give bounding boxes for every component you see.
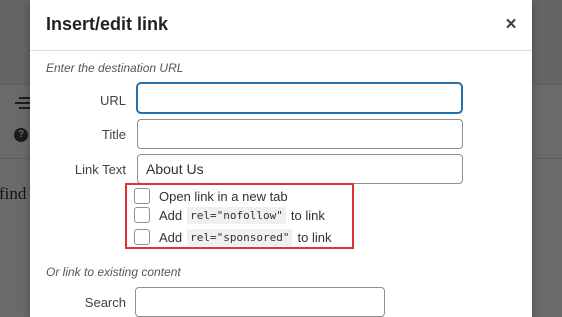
- menu-bars-icon: [15, 97, 31, 109]
- dialog-title: Insert/edit link: [46, 14, 169, 34]
- search-input[interactable]: [135, 287, 385, 317]
- new-tab-label: Open link in a new tab: [159, 188, 288, 204]
- new-tab-option[interactable]: Open link in a new tab: [134, 187, 288, 205]
- nofollow-prefix: Add: [159, 207, 183, 223]
- search-label: Search: [84, 295, 126, 310]
- help-icon: ?: [14, 128, 28, 142]
- sponsored-prefix: Add: [159, 229, 183, 245]
- new-tab-checkbox[interactable]: [134, 188, 150, 204]
- url-section-title: Enter the destination URL: [46, 61, 184, 75]
- url-label: URL: [99, 93, 126, 108]
- dialog-header: Insert/edit link ×: [30, 0, 532, 51]
- link-text-label: Link Text: [74, 162, 126, 177]
- nofollow-suffix: to link: [290, 207, 325, 223]
- title-label: Title: [101, 127, 126, 142]
- nofollow-code: rel="nofollow": [187, 206, 286, 224]
- existing-content-title: Or link to existing content: [46, 265, 181, 279]
- close-icon[interactable]: ×: [502, 15, 520, 34]
- nofollow-checkbox[interactable]: [134, 207, 150, 223]
- sponsored-checkbox[interactable]: [134, 229, 150, 245]
- title-input[interactable]: [137, 119, 463, 149]
- url-input[interactable]: [137, 83, 462, 113]
- background-text: find: [0, 184, 27, 203]
- link-text-input[interactable]: [137, 154, 463, 184]
- insert-link-dialog: Insert/edit link × Enter the destination…: [30, 0, 532, 317]
- sponsored-code: rel="sponsored": [187, 228, 293, 246]
- nofollow-option[interactable]: Add rel="nofollow" to link: [134, 206, 325, 224]
- sponsored-option[interactable]: Add rel="sponsored" to link: [134, 228, 331, 246]
- sponsored-suffix: to link: [297, 229, 332, 245]
